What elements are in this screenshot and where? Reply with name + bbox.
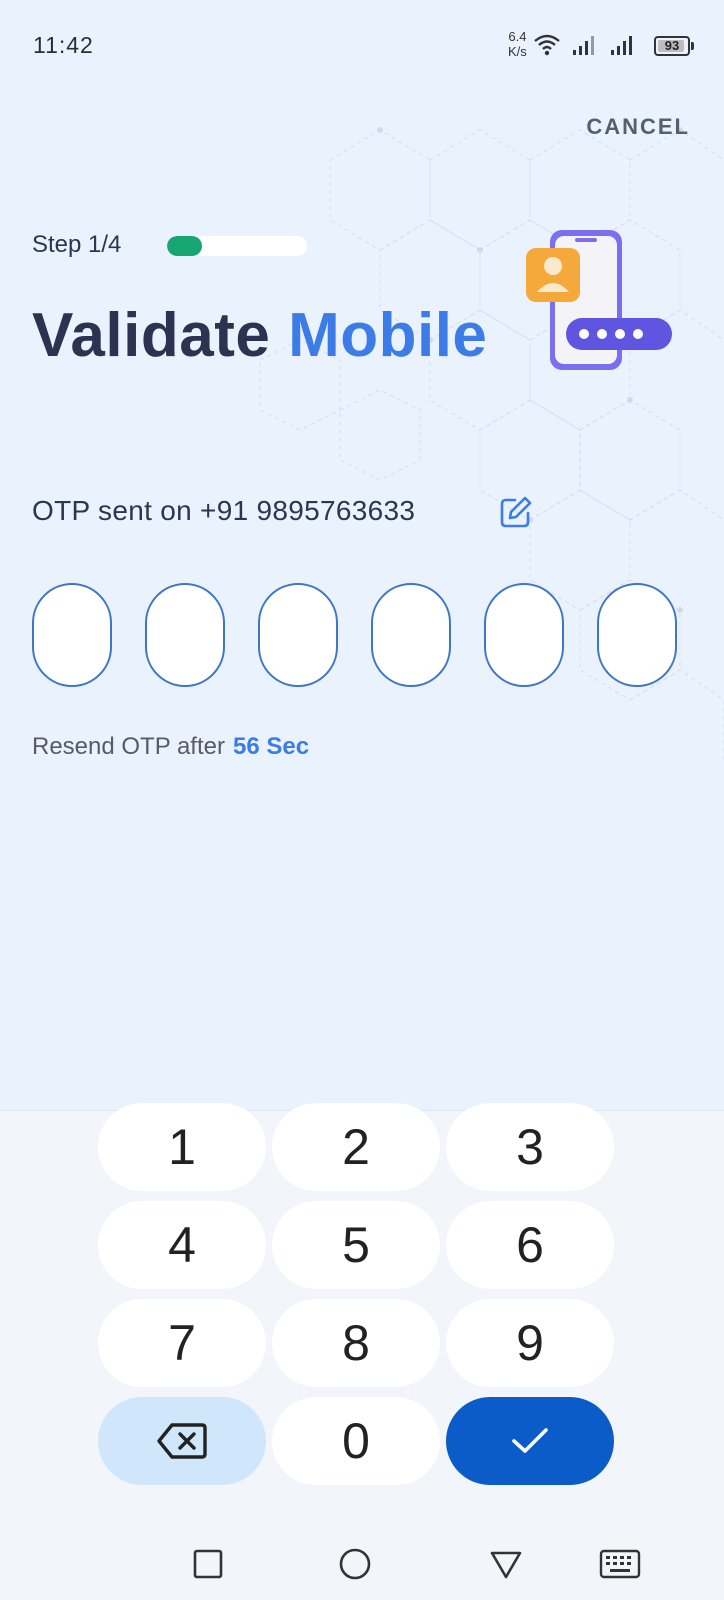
cancel-button[interactable]: CANCEL	[586, 114, 690, 140]
key-8[interactable]: 8	[272, 1299, 440, 1387]
resend-otp-timer: Resend OTP after 56 Sec	[32, 733, 309, 761]
background-hex-pattern	[259, 127, 724, 760]
circle-home-icon[interactable]	[331, 1540, 379, 1588]
step-progress-fill	[167, 236, 202, 256]
otp-digit-2[interactable]	[145, 583, 225, 687]
otp-digit-5[interactable]	[484, 583, 564, 687]
network-speed-value: 6.4	[508, 29, 527, 44]
status-time: 11:42	[33, 32, 94, 58]
resend-otp-label: Resend OTP after	[32, 733, 225, 760]
page-title-main: Validate	[32, 301, 271, 370]
triangle-back-icon[interactable]	[482, 1540, 530, 1588]
key-7[interactable]: 7	[98, 1299, 266, 1387]
key-9[interactable]: 9	[446, 1299, 614, 1387]
otp-input-row	[32, 583, 692, 689]
status-bar: 11:42 6.4 K/s 93	[0, 0, 724, 90]
backspace-icon	[157, 1423, 207, 1459]
otp-digit-3[interactable]	[258, 583, 338, 687]
edit-phone-icon[interactable]	[498, 494, 534, 530]
network-speed-unit: K/s	[508, 44, 527, 59]
signal-icon	[573, 36, 594, 55]
check-icon	[512, 1428, 548, 1453]
backspace-key[interactable]	[98, 1397, 266, 1485]
battery-tip	[691, 42, 694, 50]
keyboard-icon[interactable]	[596, 1540, 644, 1588]
page-title-accent: Mobile	[288, 301, 488, 370]
key-3[interactable]: 3	[446, 1103, 614, 1191]
resend-countdown: 56 Sec	[232, 733, 310, 760]
battery-icon: 93	[654, 36, 690, 56]
otp-digit-1[interactable]	[32, 583, 112, 687]
otp-sent-message: OTP sent on +91 9895763633	[32, 495, 416, 526]
key-2[interactable]: 2	[272, 1103, 440, 1191]
network-speed: 6.4 K/s	[508, 29, 527, 59]
confirm-key[interactable]	[446, 1397, 614, 1485]
step-progress-bar	[167, 236, 307, 256]
wifi-icon	[534, 34, 560, 56]
signal-icon-sim2	[611, 36, 632, 55]
key-4[interactable]: 4	[98, 1201, 266, 1289]
numeric-keypad: 1 2 3 4 5 6 7 8 9 0	[0, 1103, 724, 1527]
otp-digit-4[interactable]	[371, 583, 451, 687]
key-6[interactable]: 6	[446, 1201, 614, 1289]
key-5[interactable]: 5	[272, 1201, 440, 1289]
page-title: Validate Mobile	[32, 300, 487, 371]
key-0[interactable]: 0	[272, 1397, 440, 1485]
step-indicator: Step 1/4	[32, 231, 122, 258]
phone-verification-illustration	[526, 230, 672, 370]
system-navigation-bar	[0, 1526, 724, 1600]
square-recents-icon[interactable]	[184, 1540, 232, 1588]
battery-percentage: 93	[664, 38, 680, 53]
otp-digit-6[interactable]	[597, 583, 677, 687]
key-1[interactable]: 1	[98, 1103, 266, 1191]
